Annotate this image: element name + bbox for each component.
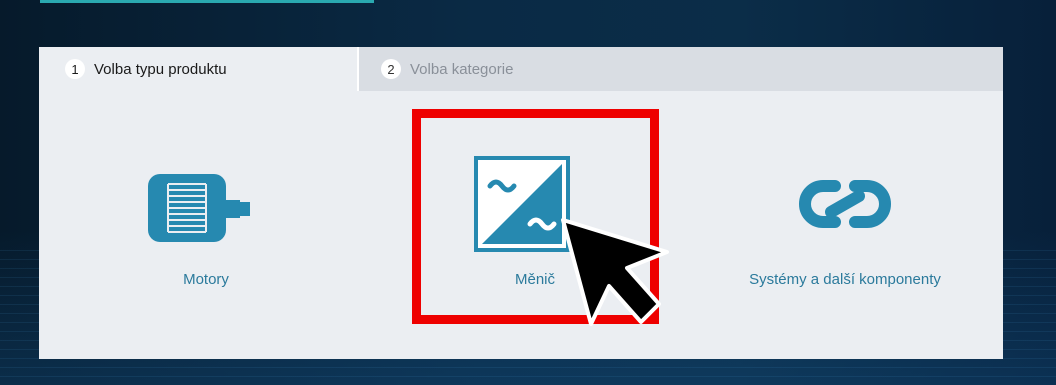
- option-label: Systémy a další komponenty: [749, 271, 941, 288]
- tab-product-type[interactable]: 1 Volba typu produktu: [39, 47, 359, 91]
- option-systemy[interactable]: Systémy a další komponenty: [730, 150, 960, 300]
- option-label: Motory: [183, 271, 229, 288]
- link-icon: [799, 180, 891, 228]
- tab-label: Volba kategorie: [410, 60, 514, 78]
- tab-label: Volba typu produktu: [94, 60, 227, 78]
- tab-category[interactable]: 2 Volba kategorie: [359, 47, 1003, 91]
- top-accent-bar: [40, 0, 374, 3]
- tab-divider: [357, 47, 359, 91]
- tab-number-badge: 2: [381, 59, 401, 79]
- mouse-pointer-icon: [561, 218, 669, 326]
- step-tabs: 1 Volba typu produktu 2 Volba kategorie: [39, 47, 1003, 91]
- option-motory[interactable]: Motory: [96, 150, 316, 300]
- tab-number-badge: 1: [65, 59, 85, 79]
- motor-icon: [148, 174, 250, 242]
